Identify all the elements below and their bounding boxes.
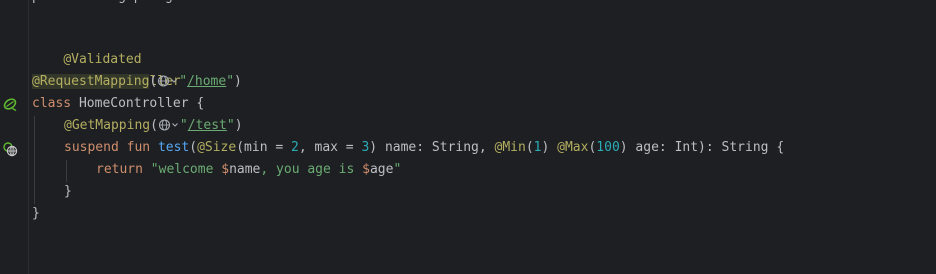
code-text: ): [541, 140, 558, 155]
code-line-1: @Validated: [32, 27, 141, 67]
code-line-2: @RestController: [32, 49, 180, 89]
number-literal: 2: [291, 140, 299, 155]
code-editor[interactable]: p g p g @Validated @RestController @Requ…: [0, 0, 936, 274]
annotation-size: @Size: [197, 140, 237, 155]
code-line-partial: p g p g: [32, 0, 173, 8]
template-dollar: $: [362, 162, 370, 177]
class-declaration: HomeController {: [71, 96, 205, 111]
number-literal: 1: [533, 140, 542, 155]
string-literal: ": [393, 162, 402, 177]
code-line-3: @RequestMapping( "/home"): [32, 71, 242, 93]
code-text: (min =: [236, 140, 292, 155]
annotation-max: @Max: [557, 140, 589, 155]
function-name-test: test: [157, 140, 190, 155]
string-literal: , you age is: [260, 162, 363, 177]
string-quote: ": [226, 118, 235, 133]
string-literal: "welcome: [142, 162, 222, 177]
globe-endpoint-icon[interactable]: [158, 118, 180, 132]
closing-brace: }: [64, 184, 72, 199]
paren: ): [234, 74, 242, 89]
closing-brace: }: [32, 206, 40, 221]
number-literal: 100: [596, 140, 620, 155]
code-line-5: @GetMapping( "/test"): [64, 115, 243, 137]
code-line-4: class HomeController {: [32, 93, 204, 115]
keyword-fun: fun: [126, 140, 151, 155]
code-line-6: suspend fun test(@Size(min = 2, max = 3)…: [64, 137, 784, 159]
paren: (: [149, 74, 158, 89]
gutter-divider: [28, 0, 29, 274]
keyword-class: class: [32, 96, 72, 111]
code-text: ) name: String,: [369, 140, 495, 155]
template-variable-age: age: [369, 162, 394, 177]
template-dollar: $: [221, 162, 230, 177]
code-line-7: return "welcome $name, you age is $age": [96, 159, 401, 181]
annotation-request-mapping: @RequestMapping: [32, 74, 150, 89]
code-text: (: [525, 140, 534, 155]
globe-endpoint-icon[interactable]: [157, 74, 179, 88]
code-text: ) age: Int): String {: [619, 140, 785, 155]
endpoint-path-home[interactable]: /home: [187, 74, 226, 89]
keyword-return: return: [96, 162, 143, 177]
indent-guide: [66, 160, 67, 182]
code-line-9: }: [32, 203, 40, 225]
editor-gutter: [0, 0, 26, 274]
string-quote: ": [226, 74, 235, 89]
code-text: , max =: [298, 140, 362, 155]
keyword-suspend: suspend: [64, 140, 119, 155]
code-line-8: }: [64, 181, 72, 203]
annotation-min: @Min: [494, 140, 526, 155]
annotation-get-mapping: @GetMapping: [64, 118, 151, 133]
code-text: (: [189, 140, 198, 155]
string-quote: ": [179, 74, 188, 89]
spring-bean-icon[interactable]: [2, 96, 18, 112]
paren: (: [150, 118, 158, 133]
string-quote: ": [179, 118, 188, 133]
endpoint-path-test[interactable]: /test: [188, 118, 227, 133]
paren: ): [234, 118, 243, 133]
template-variable-name: name: [229, 162, 261, 177]
web-endpoint-icon[interactable]: [2, 141, 18, 157]
indent-guide: [34, 116, 35, 204]
